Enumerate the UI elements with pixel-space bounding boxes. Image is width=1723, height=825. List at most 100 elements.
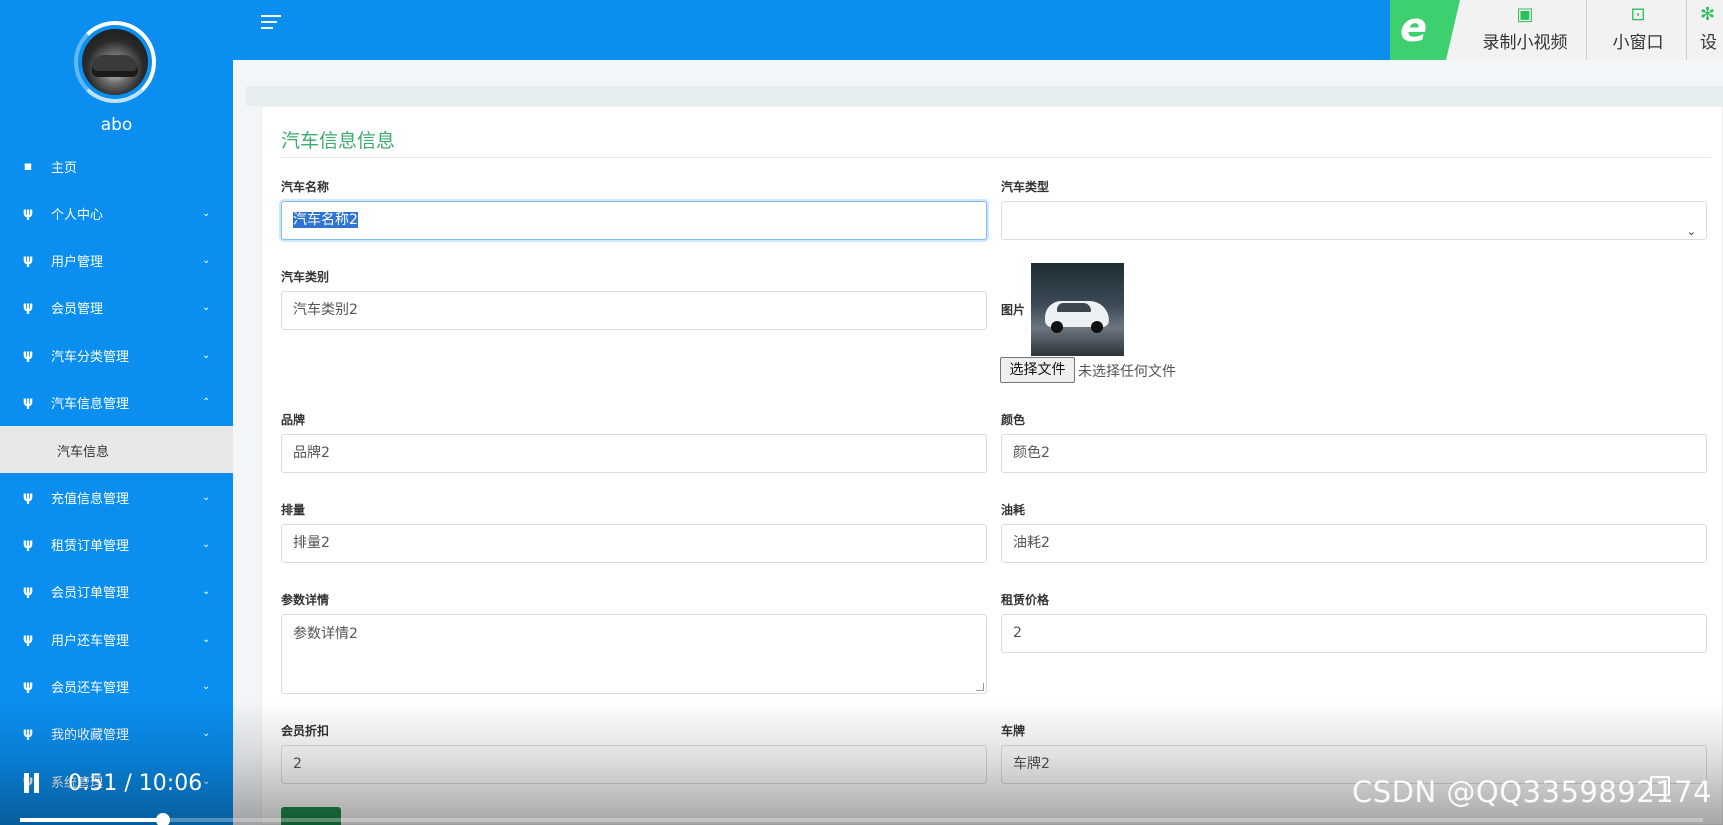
menu-icon: ψ [22, 725, 34, 741]
car-type-select[interactable]: ⌄ [1001, 201, 1707, 240]
brand-input[interactable]: 品牌2 [281, 434, 987, 473]
sidebar-item-label: 主页 [51, 160, 78, 176]
params-label: 参数详情 [281, 593, 330, 607]
resize-handle-icon[interactable] [976, 683, 984, 691]
sidebar-item-label: 会员订单管理 [51, 585, 130, 601]
sidebar-item-label: 充值信息管理 [51, 491, 130, 507]
plate-value: 车牌2 [1013, 756, 1050, 772]
sidebar-item-label: 用户还车管理 [51, 633, 130, 649]
chevron-down-icon: ⌄ [202, 207, 211, 219]
mini-window-button[interactable]: ⊡ 小窗口 [1594, 0, 1682, 60]
color-value: 颜色2 [1013, 445, 1050, 461]
video-progress-fill [20, 818, 164, 822]
menu-icon: ψ [22, 205, 34, 221]
sidebar-item-label: 会员管理 [51, 301, 104, 317]
sidebar-item-user-management[interactable]: ψ 用户管理 ⌄ [0, 238, 233, 282]
menu-icon: ψ [22, 631, 34, 647]
sidebar-item-label: 汽车分类管理 [51, 349, 130, 365]
chevron-down-icon: ⌄ [202, 349, 211, 361]
content-band [246, 86, 1723, 106]
rent-price-label: 租赁价格 [1001, 593, 1050, 607]
settings-button[interactable]: ✻ 设 [1700, 0, 1723, 60]
chevron-down-icon: ⌄ [202, 727, 211, 739]
video-progress-bar[interactable] [20, 813, 1703, 825]
car-picture-preview [1031, 263, 1124, 356]
rent-price-input[interactable]: 2 [1001, 614, 1707, 653]
page-title: 汽车信息信息 [281, 130, 396, 152]
sidebar-item-recharge[interactable]: ψ 充值信息管理 ⌄ [0, 475, 233, 519]
picture-label: 图片 [1001, 303, 1026, 317]
sidebar-item-rental-orders[interactable]: ψ 租赁订单管理 ⌄ [0, 522, 233, 566]
chevron-down-icon: ⌄ [1686, 225, 1696, 238]
car-name-value: 汽车名称2 [293, 212, 358, 228]
sidebar-item-member-orders[interactable]: ψ 会员订单管理 ⌄ [0, 569, 233, 613]
chevron-down-icon: ⌄ [202, 491, 211, 503]
sidebar-item-label: 我的收藏管理 [51, 727, 130, 743]
chevron-up-icon: ⌃ [202, 396, 211, 408]
displacement-input[interactable]: 排量2 [281, 524, 987, 563]
chevron-down-icon: ⌄ [202, 301, 211, 313]
color-input[interactable]: 颜色2 [1001, 434, 1707, 473]
sidebar-item-personal-center[interactable]: ψ 个人中心 ⌄ [0, 191, 233, 235]
gear-icon: ✻ [1700, 4, 1716, 25]
chevron-down-icon: ⌄ [202, 680, 211, 692]
toolbar-divider [1686, 0, 1687, 60]
brand-label: 品牌 [281, 413, 306, 427]
displacement-label: 排量 [281, 503, 306, 517]
video-time: 0:51 / 10:06 [68, 771, 203, 796]
username: abo [100, 115, 133, 135]
file-status-text: 未选择任何文件 [1078, 364, 1176, 380]
sidebar-item-car-info[interactable]: ψ 汽车信息管理 ⌃ [0, 380, 233, 424]
sidebar-item-label: 会员还车管理 [51, 680, 130, 696]
car-name-label: 汽车名称 [281, 180, 330, 194]
fuel-consumption-label: 油耗 [1001, 503, 1026, 517]
sidebar-item-car-category[interactable]: ψ 汽车分类管理 ⌄ [0, 333, 233, 377]
chevron-down-icon: ⌄ [202, 254, 211, 266]
brand-value: 品牌2 [293, 445, 330, 461]
sidebar-item-member-management[interactable]: ψ 会员管理 ⌄ [0, 285, 233, 329]
sidebar-item-user-returns[interactable]: ψ 用户还车管理 ⌄ [0, 617, 233, 661]
rent-price-value: 2 [1013, 625, 1022, 641]
submit-button[interactable] [281, 807, 341, 825]
car-category-value: 汽车类别2 [293, 302, 358, 318]
displacement-value: 排量2 [293, 535, 330, 551]
menu-icon: ψ [22, 489, 34, 505]
menu-icon: ψ [22, 678, 34, 694]
choose-file-button[interactable]: 选择文件 [1000, 357, 1075, 383]
member-discount-input[interactable]: 2 [281, 745, 987, 784]
sidebar-subitem-label: 汽车信息 [57, 445, 110, 460]
record-video-button[interactable]: ▣ 录制小视频 [1466, 0, 1584, 60]
mini-window-label: 小窗口 [1612, 33, 1664, 53]
car-name-input[interactable]: 汽车名称2 [281, 201, 987, 240]
sidebar-item-label: 用户管理 [51, 254, 104, 270]
fullscreen-icon[interactable] [1650, 776, 1670, 796]
pause-icon[interactable] [24, 773, 42, 793]
sidebar-item-label: 个人中心 [51, 207, 104, 223]
menu-icon: ψ [22, 299, 34, 315]
car-category-input[interactable]: 汽车类别2 [281, 291, 987, 330]
car-category-label: 汽车类别 [281, 270, 330, 284]
video-camera-icon: ▣ [1516, 4, 1534, 25]
hamburger-menu-icon[interactable] [261, 15, 281, 33]
sidebar-subitem-car-info[interactable]: 汽车信息 [0, 426, 233, 473]
params-textarea[interactable]: 参数详情2 [281, 614, 987, 694]
chevron-down-icon: ⌄ [202, 585, 211, 597]
sidebar-item-label: 汽车信息管理 [51, 396, 130, 412]
car-type-label: 汽车类型 [1001, 180, 1050, 194]
video-progress-knob[interactable] [156, 813, 171, 825]
chevron-down-icon: ⌄ [202, 775, 211, 787]
fuel-consumption-input[interactable]: 油耗2 [1001, 524, 1707, 563]
menu-icon: ψ [22, 394, 34, 410]
plate-label: 车牌 [1001, 724, 1026, 738]
sidebar: abo ▪ 主页 ψ 个人中心 ⌄ ψ 用户管理 ⌄ ψ 会员管理 ⌄ ψ 汽车… [0, 0, 233, 825]
recorder-logo-letter: e [1400, 5, 1428, 51]
sidebar-item-favorites[interactable]: ψ 我的收藏管理 ⌄ [0, 711, 233, 755]
record-video-label: 录制小视频 [1482, 33, 1568, 53]
params-value: 参数详情2 [293, 626, 358, 642]
sidebar-item-member-returns[interactable]: ψ 会员还车管理 ⌄ [0, 664, 233, 708]
sidebar-item-home[interactable]: ▪ 主页 [0, 144, 233, 188]
settings-label: 设 [1700, 33, 1717, 53]
tv-icon: ⊡ [1630, 4, 1646, 25]
menu-icon: ψ [22, 536, 34, 552]
member-discount-value: 2 [293, 756, 302, 772]
